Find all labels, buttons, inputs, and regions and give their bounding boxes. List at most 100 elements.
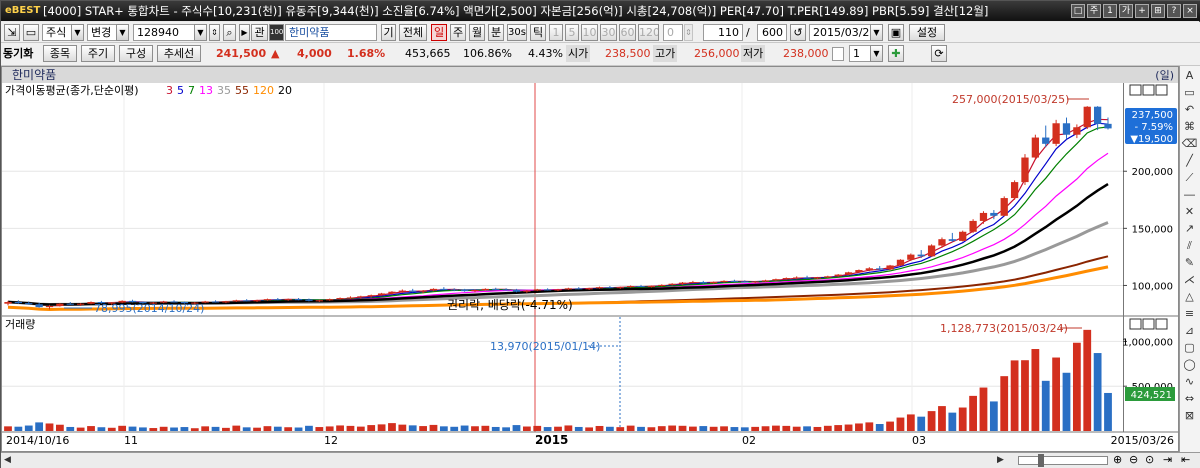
price-button[interactable]: 가: [1119, 4, 1133, 18]
all-button[interactable]: 전체: [399, 24, 427, 41]
period-weekly-tab[interactable]: 주: [450, 24, 466, 41]
period-daily-tab[interactable]: 일: [431, 24, 447, 41]
refresh-icon[interactable]: ⟳: [931, 45, 947, 62]
help-button[interactable]: ?: [1167, 4, 1181, 18]
stock-button[interactable]: 종목: [43, 45, 77, 62]
channel-tool-icon[interactable]: ⫽: [1181, 238, 1198, 253]
ma-indicator-label[interactable]: 가격이동평균(종가,단순이평): [5, 84, 139, 97]
chart-area[interactable]: 한미약품 (일) 가격이동평균(종가,단순이평) 3 5 7 13 35 55 120 20 …: [1, 66, 1179, 452]
layout-button[interactable]: ⊞: [1151, 4, 1165, 18]
close-button[interactable]: ×: [1183, 4, 1197, 18]
arrow-tool-icon[interactable]: ↗: [1181, 221, 1198, 236]
color-checkbox[interactable]: [832, 47, 844, 61]
code-spinner-icon[interactable]: ⇕: [209, 24, 220, 41]
volume-bar: [4, 426, 12, 431]
title-bar[interactable]: eBEST [4000] STAR+ 통합차트 - 주식수[10,231(천)]…: [1, 1, 1200, 21]
eraser-tool-icon[interactable]: ⌫: [1181, 136, 1198, 151]
interval-5-button[interactable]: 5: [565, 24, 579, 41]
cycle-tool-icon[interactable]: ∿: [1181, 374, 1198, 389]
stock-code-input[interactable]: 128940: [133, 24, 195, 41]
change-dropdown-icon[interactable]: ▼: [116, 24, 129, 41]
play-icon[interactable]: ▶: [239, 24, 250, 41]
trendline-button[interactable]: 추세선: [157, 45, 201, 62]
period-minute-tab[interactable]: 분: [488, 24, 504, 41]
fan-tool-icon[interactable]: ⋌: [1181, 272, 1198, 287]
pattern-tool-icon[interactable]: ⌘: [1181, 119, 1198, 134]
add-indicator-icon[interactable]: ✚: [888, 45, 904, 62]
period-monthly-tab[interactable]: 월: [469, 24, 485, 41]
delete-tool-icon[interactable]: ⊠: [1181, 408, 1198, 423]
scroll-left-icon[interactable]: ◀: [4, 455, 11, 465]
gann-tool-icon[interactable]: ⊿: [1181, 323, 1198, 338]
market-dropdown-icon[interactable]: ▼: [71, 24, 84, 41]
plus-button[interactable]: +: [1135, 4, 1149, 18]
interval-10-button[interactable]: 10: [581, 24, 598, 41]
pin-icon[interactable]: ⇲: [4, 24, 20, 41]
save-icon[interactable]: ▣: [888, 24, 904, 41]
gi-button[interactable]: 기: [381, 24, 396, 41]
candle-body: [772, 279, 780, 281]
interval-30-button[interactable]: 30: [600, 24, 617, 41]
ellipse-tool-icon[interactable]: ◯: [1181, 357, 1198, 372]
date-input[interactable]: 2015/03/28: [809, 24, 871, 41]
vol-panel-max-icon[interactable]: [1142, 318, 1155, 330]
horizontal-line-icon[interactable]: ―: [1181, 187, 1198, 202]
ray-tool-icon[interactable]: ⟋: [1181, 170, 1198, 185]
zoom-out-icon[interactable]: ⊖: [1129, 453, 1138, 466]
horizontal-scrollbar[interactable]: ◀ ▶ ⊕ ⊖ ⊙ ⇥ ⇤: [1, 452, 1200, 468]
search-icon[interactable]: ⌕: [223, 24, 236, 41]
undo-tool-icon[interactable]: ↶: [1181, 102, 1198, 117]
monitor-icon[interactable]: ▭: [23, 24, 39, 41]
cross-line-icon[interactable]: ✕: [1181, 204, 1198, 219]
period-30s-tab[interactable]: 30s: [507, 24, 527, 41]
panel-max-icon[interactable]: [1142, 84, 1155, 96]
stock-name-field[interactable]: 한미약품: [285, 24, 377, 41]
scroll-right-icon[interactable]: ▶: [997, 455, 1004, 465]
panel-close-icon[interactable]: [1155, 84, 1168, 96]
one-button[interactable]: 1: [1103, 4, 1117, 18]
interval-input[interactable]: 0: [663, 24, 683, 41]
interval-spinner-icon[interactable]: ⇕: [684, 24, 693, 41]
date-dropdown-icon[interactable]: ▼: [870, 24, 883, 41]
total-count-input[interactable]: 600: [757, 24, 787, 41]
fibonacci-tool-icon[interactable]: ≡: [1181, 306, 1198, 321]
zoom-slider[interactable]: [1018, 456, 1108, 465]
select-tool-icon[interactable]: ▭: [1181, 85, 1198, 100]
chart-canvas[interactable]: 한미약품 (일) 가격이동평균(종가,단순이평) 3 5 7 13 35 55 120 20 …: [2, 67, 1178, 451]
volume-indicator-label[interactable]: 거래량: [5, 318, 35, 331]
compose-button[interactable]: 구성: [119, 45, 153, 62]
stock-info-button[interactable]: 주: [1087, 4, 1101, 18]
zoom-fit-icon[interactable]: ⊙: [1145, 453, 1154, 466]
view-count-input[interactable]: 110: [703, 24, 743, 41]
code-dropdown-icon[interactable]: ▼: [194, 24, 207, 41]
pencil-tool-icon[interactable]: ✎: [1181, 255, 1198, 270]
scroll-end-icon[interactable]: ⇤: [1181, 453, 1190, 466]
cycle-button[interactable]: 주기: [81, 45, 115, 62]
period-tick-tab[interactable]: 틱: [530, 24, 546, 41]
market-select[interactable]: 주식: [42, 24, 72, 41]
scroll-lock-icon[interactable]: ⇥: [1163, 453, 1172, 466]
vol-panel-min-icon[interactable]: [1129, 318, 1142, 330]
zoom-slider-thumb[interactable]: [1038, 454, 1044, 467]
units-dropdown-icon[interactable]: ▼: [870, 45, 883, 62]
volume-bar: [740, 427, 749, 431]
change-select[interactable]: 변경: [87, 24, 117, 41]
rect-tool-icon[interactable]: ▢: [1181, 340, 1198, 355]
units-select[interactable]: 1: [849, 45, 871, 62]
text-tool-icon[interactable]: A: [1181, 68, 1198, 83]
restore-button[interactable]: □: [1071, 4, 1085, 18]
vol-panel-close-icon[interactable]: [1155, 318, 1168, 330]
panel-min-icon[interactable]: [1129, 84, 1142, 96]
ratio-icon[interactable]: 100: [269, 24, 284, 41]
settings-button[interactable]: 설정: [909, 24, 945, 41]
zoom-in-icon[interactable]: ⊕: [1113, 453, 1122, 466]
line-tool-icon[interactable]: ╱: [1181, 153, 1198, 168]
interval-1-button[interactable]: 1: [549, 24, 563, 41]
sync-label[interactable]: 동기화: [3, 45, 33, 62]
gwan-button[interactable]: 관: [251, 24, 268, 41]
interval-60-button[interactable]: 60: [619, 24, 636, 41]
triangle-tool-icon[interactable]: △: [1181, 289, 1198, 304]
interval-120-button[interactable]: 120: [638, 24, 659, 41]
measure-tool-icon[interactable]: ⇔: [1181, 391, 1198, 406]
zoom-reset-icon[interactable]: ↺: [790, 24, 806, 41]
